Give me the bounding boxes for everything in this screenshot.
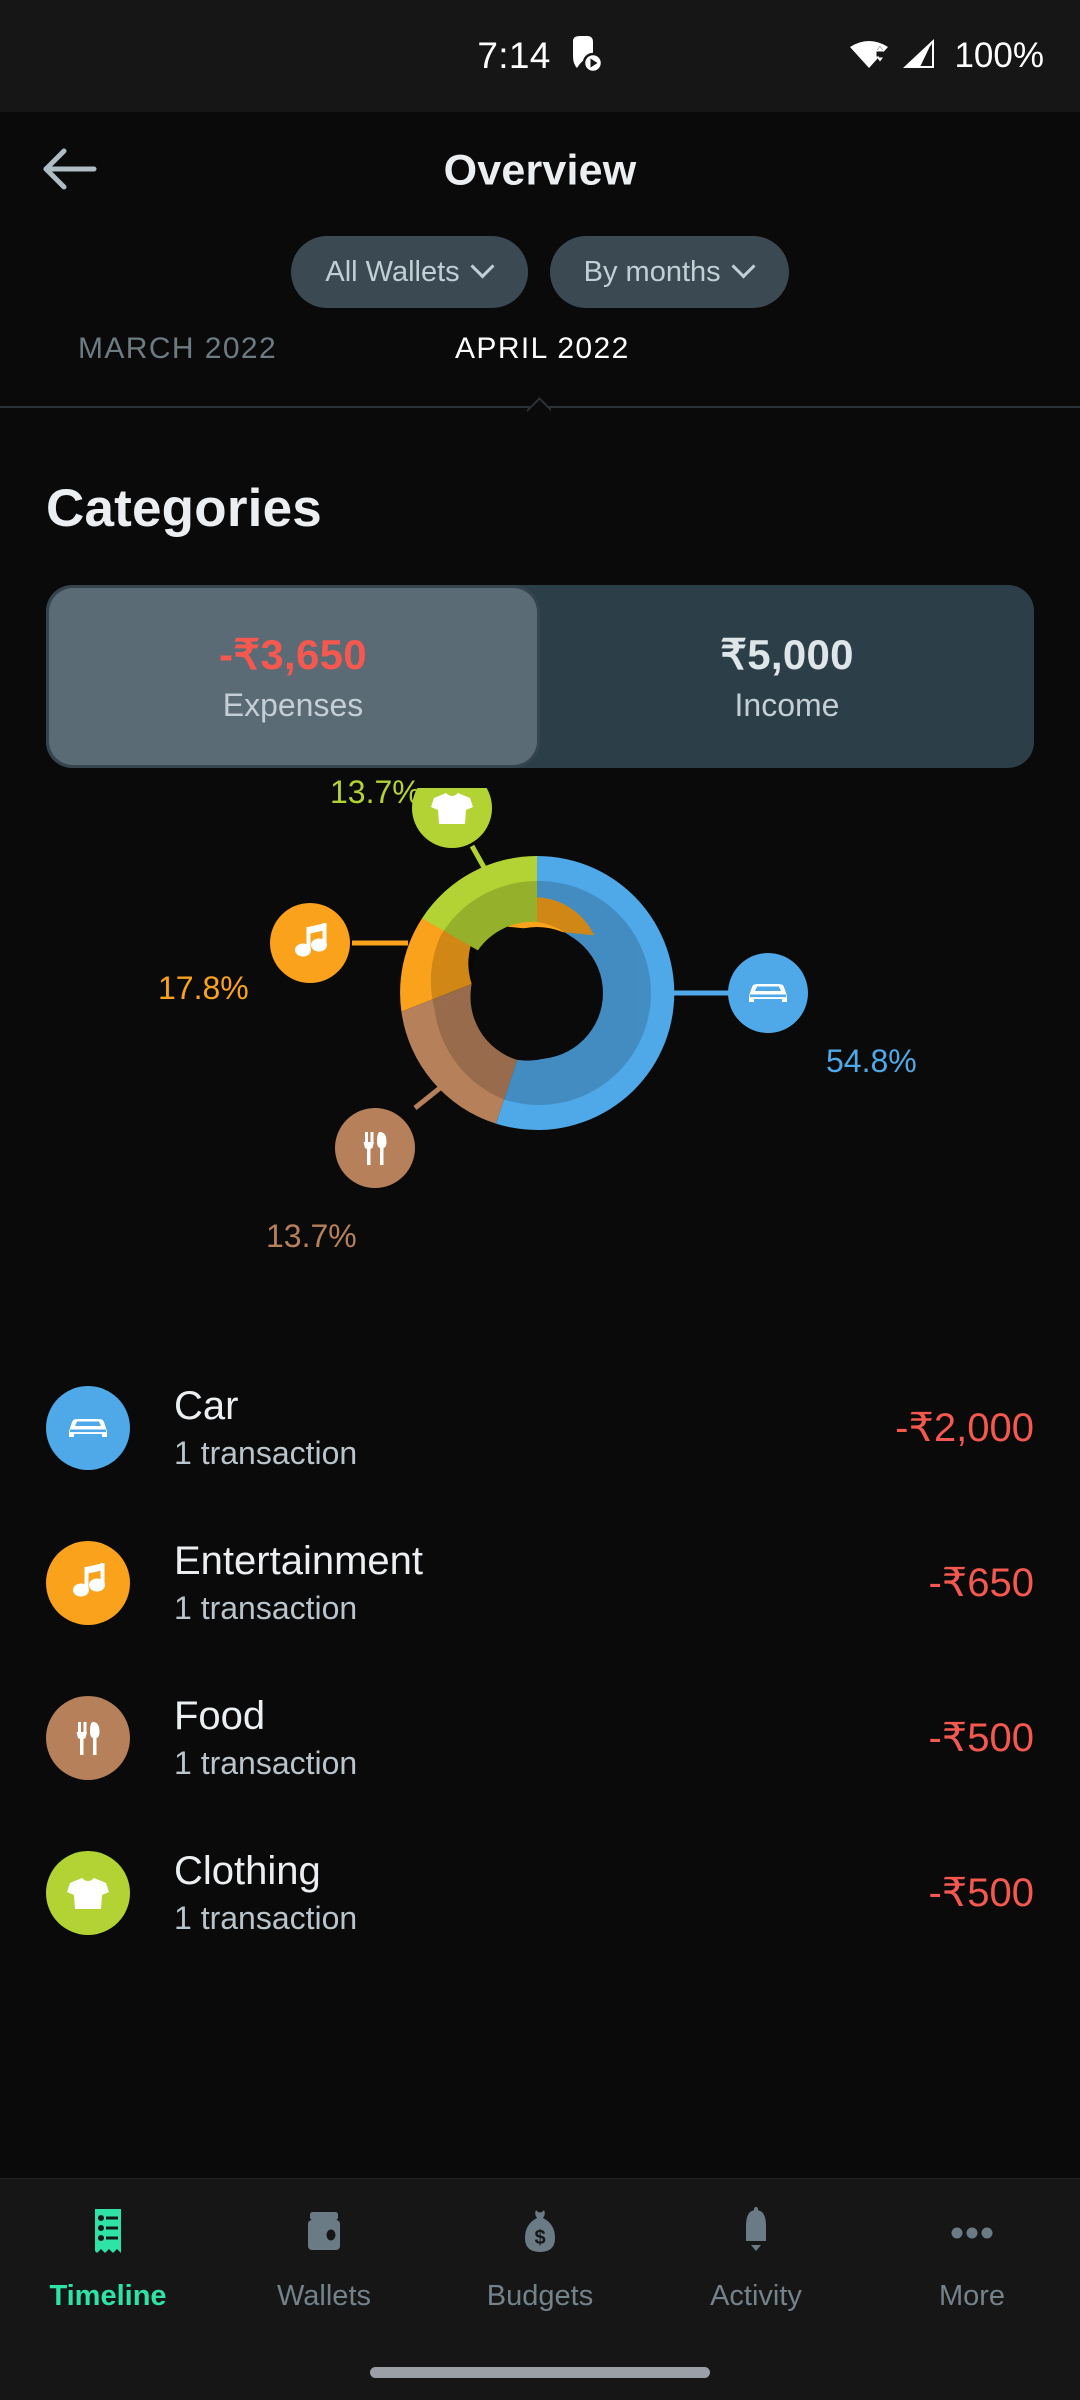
category-transaction-count: 1 transaction <box>174 1744 358 1781</box>
table-row[interactable]: Entertainment 1 transaction -₹650 <box>0 1505 1080 1660</box>
chevron-down-icon <box>735 258 755 278</box>
income-amount: ₹5,000 <box>720 630 854 678</box>
month-tab-indicator-caret <box>527 393 551 417</box>
nav-item-wallets[interactable]: Wallets <box>216 2207 432 2313</box>
expenses-label: Expenses <box>222 686 364 723</box>
wifi-icon <box>848 38 890 75</box>
category-name: Food <box>174 1693 266 1738</box>
home-indicator[interactable] <box>370 2367 710 2378</box>
chart-bubble-food[interactable] <box>335 1108 415 1188</box>
chart-percent-clothing: 13.7% <box>330 774 421 810</box>
chart-bubble-car[interactable] <box>728 953 808 1033</box>
nav-label-more: More <box>938 2280 1006 2312</box>
month-tab-current[interactable]: APRIL 2022 <box>455 332 630 366</box>
media-notification-icon <box>569 35 603 77</box>
category-amount: -₹2,000 <box>895 1405 1034 1450</box>
chart-bubble-entertainment[interactable] <box>270 903 350 983</box>
category-icon-car <box>46 1385 130 1470</box>
category-text-block: Car 1 transaction <box>174 1381 895 1475</box>
category-list: Car 1 transaction -₹2,000 Entertainment … <box>0 1350 1080 1970</box>
bell-icon <box>733 2207 779 2266</box>
chart-bubble-clothing[interactable] <box>412 788 492 848</box>
category-icon-entertainment <box>46 1540 130 1625</box>
wallet-filter-label: All Wallets <box>325 255 460 288</box>
table-row[interactable]: Food 1 transaction -₹500 <box>0 1660 1080 1815</box>
status-bar-clock: 7:14 <box>477 35 551 76</box>
nav-label-wallets: Wallets <box>277 2280 371 2312</box>
chart-percent-food: 13.7% <box>266 1218 357 1254</box>
music-note-icon <box>73 1562 105 1596</box>
category-name: Entertainment <box>174 1538 424 1583</box>
period-filter-label: By months <box>583 255 721 288</box>
table-row[interactable]: Car 1 transaction -₹2,000 <box>0 1350 1080 1505</box>
wallet-filter-chip[interactable]: All Wallets <box>291 236 528 308</box>
nav-item-timeline[interactable]: Timeline <box>0 2207 216 2313</box>
category-name: Clothing <box>174 1848 321 1893</box>
table-row[interactable]: Clothing 1 transaction -₹500 <box>0 1815 1080 1970</box>
income-toggle-button[interactable]: ₹5,000 Income <box>540 585 1034 768</box>
cutlery-icon <box>76 1721 100 1755</box>
battery-percentage: 100% <box>954 36 1044 75</box>
wallet-icon <box>301 2207 347 2266</box>
income-label: Income <box>734 686 840 723</box>
category-text-block: Food 1 transaction <box>174 1691 928 1785</box>
nav-item-activity[interactable]: Activity <box>648 2207 864 2313</box>
category-icon-clothing <box>46 1850 130 1935</box>
section-title: Categories <box>46 479 322 538</box>
nav-label-activity: Activity <box>710 2280 802 2312</box>
filter-chip-row: All Wallets By months <box>0 236 1080 308</box>
month-tab-previous[interactable]: MARCH 2022 <box>78 332 277 366</box>
nav-item-budgets[interactable]: $ Budgets <box>432 2207 648 2313</box>
tshirt-icon <box>67 1877 109 1909</box>
category-transaction-count: 1 transaction <box>174 1434 358 1471</box>
car-icon <box>69 1418 107 1437</box>
chart-percent-entertainment: 17.8% <box>158 970 249 1006</box>
chart-percent-car: 54.8% <box>826 1043 917 1079</box>
bottom-navigation-bar: Timeline Wallets $ Budgets Activity More <box>0 2178 1080 2400</box>
receipt-icon <box>85 2207 131 2266</box>
category-amount: -₹650 <box>928 1560 1034 1605</box>
status-bar-right: 100% <box>848 36 1044 76</box>
chevron-down-icon <box>474 258 494 278</box>
category-text-block: Clothing 1 transaction <box>174 1846 928 1940</box>
app-bar: Overview <box>0 112 1080 230</box>
donut-center-hole <box>471 927 603 1059</box>
category-transaction-count: 1 transaction <box>174 1899 358 1936</box>
cellular-signal-icon <box>900 38 938 75</box>
category-text-block: Entertainment 1 transaction <box>174 1536 928 1630</box>
nav-item-more[interactable]: More <box>864 2207 1080 2313</box>
donut-chart-svg <box>270 788 808 1188</box>
month-tab-bar: MARCH 2022 APRIL 2022 <box>0 332 1080 416</box>
nav-label-timeline: Timeline <box>49 2280 167 2312</box>
category-name: Car <box>174 1383 239 1428</box>
status-bar: 7:14 100% <box>0 0 1080 112</box>
money-bag-icon: $ <box>517 2207 563 2266</box>
page-title: Overview <box>443 146 637 195</box>
summary-toggle: -₹3,650 Expenses ₹5,000 Income <box>46 585 1034 768</box>
category-donut-chart: 13.7% 17.8% 54.8% 13.7% <box>0 774 1080 1328</box>
expenses-amount: -₹3,650 <box>219 630 367 678</box>
expenses-toggle-button[interactable]: -₹3,650 Expenses <box>49 588 537 765</box>
category-amount: -₹500 <box>928 1870 1034 1915</box>
category-icon-food <box>46 1695 130 1780</box>
period-filter-chip[interactable]: By months <box>549 236 789 308</box>
category-transaction-count: 1 transaction <box>174 1589 358 1626</box>
category-amount: -₹500 <box>928 1715 1034 1760</box>
svg-text:$: $ <box>534 2227 545 2249</box>
ellipsis-icon <box>949 2207 995 2266</box>
nav-label-budgets: Budgets <box>486 2280 594 2312</box>
